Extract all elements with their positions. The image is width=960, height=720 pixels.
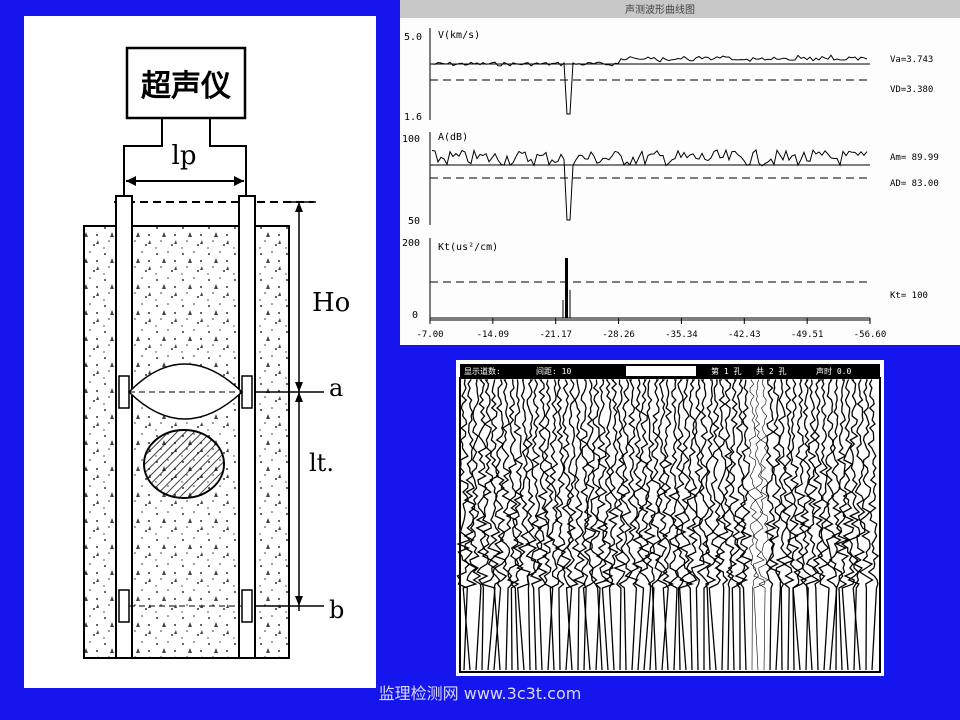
a-axis-label: A(dB)	[438, 132, 468, 143]
wave-header-r3: 声时 0.0	[816, 366, 851, 376]
depth-label: Ho	[312, 288, 350, 318]
x-tick-label: -49.51	[791, 330, 824, 340]
footer-credit: 监理检测网 www.3c3t.com	[378, 684, 582, 703]
v-axis-label: V(km/s)	[438, 30, 480, 41]
a-crit-label: AD= 83.00	[890, 179, 939, 189]
top-point-label: a	[329, 374, 343, 402]
x-tick-label: -28.26	[602, 330, 635, 340]
v-avg-label: Va=3.743	[890, 55, 933, 65]
waveform-panel: 显示道数: 间距: 10 第 1 孔 共 2 孔 声时 0.0	[456, 360, 884, 676]
a-bottom: 50	[408, 216, 420, 227]
transducer-left-bottom	[118, 589, 130, 623]
transducer-right-bottom	[241, 589, 253, 623]
wave-header-mid: 间距: 10	[536, 367, 571, 376]
wave-header-left: 显示道数:	[464, 366, 501, 376]
bottom-point-label: b	[329, 596, 344, 624]
defect-zone	[143, 429, 225, 499]
curves-chart: 声测波形曲线图 5.0 V(km/s) 1.6 Va=3.743 VD=3.38…	[400, 0, 960, 345]
v-crit-label: VD=3.380	[890, 85, 933, 95]
x-tick-label: -7.00	[416, 330, 443, 340]
borehole-schematic: 超声仪 lp Ho a lt. b	[24, 16, 376, 688]
v-bottom: 1.6	[404, 112, 422, 123]
k-top: 200	[402, 238, 420, 249]
x-tick-label: -14.09	[477, 330, 510, 340]
right-tube	[238, 195, 256, 659]
chart-title-bar: 声测波形曲线图	[625, 3, 695, 16]
k-bottom: 0	[412, 310, 418, 321]
instrument-label: 超声仪	[141, 69, 231, 104]
v-top: 5.0	[404, 32, 422, 43]
x-tick-label: -21.17	[539, 330, 572, 340]
waveform-svg: 显示道数: 间距: 10 第 1 孔 共 2 孔 声时 0.0	[456, 360, 884, 676]
length-label: lt.	[309, 449, 334, 477]
x-tick-label: -56.60	[854, 330, 887, 340]
wave-header-r1: 第 1 孔	[711, 366, 741, 376]
wave-header-r2: 共 2 孔	[756, 367, 786, 376]
x-tick-label: -42.43	[728, 330, 761, 340]
k-axis-label: Kt(us²/cm)	[438, 242, 498, 253]
a-avg-label: Am= 89.99	[890, 153, 939, 163]
transducer-left-top	[118, 375, 130, 409]
x-tick-label: -35.34	[665, 330, 698, 340]
left-tube	[115, 195, 133, 659]
schematic-svg: 超声仪 lp Ho a lt. b	[83, 46, 350, 659]
k-crit-label: Kt= 100	[890, 291, 928, 301]
transducer-right-top	[241, 375, 253, 409]
curves-svg: 声测波形曲线图 5.0 V(km/s) 1.6 Va=3.743 VD=3.38…	[400, 0, 960, 345]
a-top: 100	[402, 134, 420, 145]
spacing-label: lp	[172, 141, 197, 171]
